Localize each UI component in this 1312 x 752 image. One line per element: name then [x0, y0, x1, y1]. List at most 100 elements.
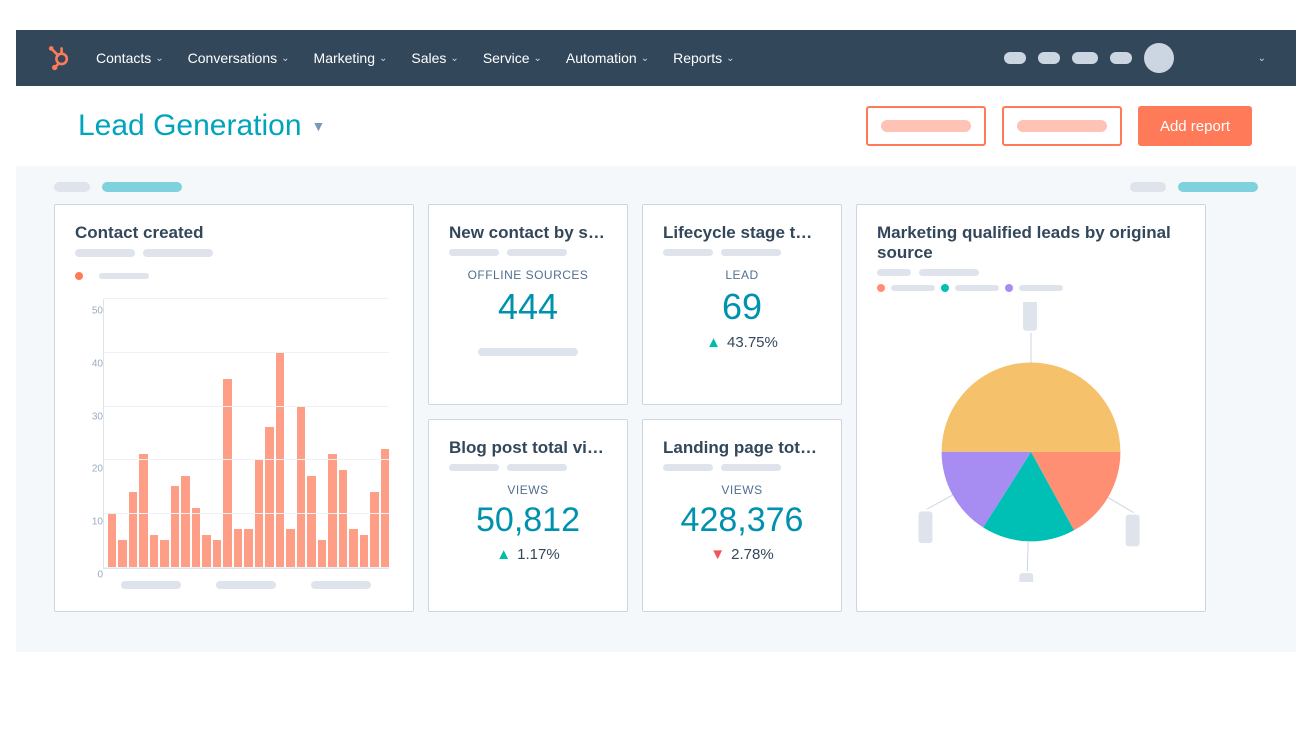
card-title: Blog post total views [449, 438, 607, 458]
bar [381, 449, 389, 567]
triangle-down-icon: ▼ [710, 546, 725, 563]
chart-legend [877, 269, 1185, 276]
card-new-contact-by-source[interactable]: New contact by source OFFLINE SOURCES 44… [428, 204, 628, 405]
card-subtitle [75, 249, 393, 257]
cards-grid: Contact created 01020304050 New contact … [54, 204, 1258, 612]
metric-value: 428,376 [663, 501, 821, 540]
nav-action[interactable] [1110, 52, 1132, 64]
card-landing-page-views[interactable]: Landing page total… VIEWS 428,376 ▼2.78% [642, 419, 842, 612]
x-axis-labels [103, 581, 389, 589]
chevron-down-icon: ⌄ [155, 53, 163, 64]
metric-trend: ▲1.17% [449, 546, 607, 563]
chevron-down-icon: ⌄ [450, 53, 458, 64]
chevron-down-icon: ⌄ [281, 53, 289, 64]
bar [234, 529, 242, 567]
bar [360, 535, 368, 567]
metric-label: OFFLINE SOURCES [449, 268, 607, 282]
nav-right: ⌄ [1004, 43, 1266, 73]
bar [129, 492, 137, 567]
pie-legend [877, 284, 1185, 292]
card-title: Contact created [75, 223, 393, 243]
header-outline-button-1[interactable] [866, 106, 986, 146]
nav-action[interactable] [1038, 52, 1060, 64]
bar [265, 427, 273, 567]
bar [202, 535, 210, 567]
bar [307, 476, 315, 567]
chevron-down-icon: ⌄ [641, 53, 649, 64]
filter-pill[interactable] [54, 182, 90, 192]
caret-down-icon: ▼ [312, 118, 326, 134]
bar [318, 540, 326, 567]
bar [139, 454, 147, 567]
card-lifecycle-stage-totals[interactable]: Lifecycle stage totals LEAD 69 ▲43.75% [642, 204, 842, 405]
triangle-up-icon: ▲ [706, 334, 721, 351]
filter-pill[interactable] [1130, 182, 1166, 192]
bar [213, 540, 221, 567]
bar [108, 513, 116, 567]
card-contact-created[interactable]: Contact created 01020304050 [54, 204, 414, 612]
chevron-down-icon: ⌄ [534, 53, 542, 64]
pie-label [1019, 573, 1033, 582]
page-title-text: Lead Generation [78, 109, 302, 143]
chart-legend [75, 267, 393, 285]
pie-slice [942, 363, 1121, 452]
nav-reports[interactable]: Reports⌄ [673, 50, 734, 66]
contact-created-chart: 01020304050 [75, 293, 393, 593]
filter-pill-active[interactable] [102, 182, 182, 192]
bar [349, 529, 357, 567]
bar [192, 508, 200, 567]
triangle-up-icon: ▲ [496, 546, 511, 563]
card-title: New contact by source [449, 223, 607, 243]
card-blog-post-views[interactable]: Blog post total views VIEWS 50,812 ▲1.17… [428, 419, 628, 612]
bar [150, 535, 158, 567]
filter-pill-active[interactable] [1178, 182, 1258, 192]
bar [244, 529, 252, 567]
nav-action[interactable] [1004, 52, 1026, 64]
card-title: Lifecycle stage totals [663, 223, 821, 243]
bar [286, 529, 294, 567]
metric-label: VIEWS [449, 483, 607, 497]
nav-service[interactable]: Service⌄ [483, 50, 542, 66]
bar [339, 470, 347, 567]
metric-trend: ▲43.75% [663, 334, 821, 351]
nav-items: Contacts⌄ Conversations⌄ Marketing⌄ Sale… [96, 50, 735, 66]
chevron-down-icon[interactable]: ⌄ [1258, 53, 1266, 64]
bar [370, 492, 378, 567]
nav-contacts[interactable]: Contacts⌄ [96, 50, 164, 66]
nav-action[interactable] [1072, 52, 1098, 64]
dashboard-title-dropdown[interactable]: Lead Generation ▼ [78, 109, 325, 143]
bar [328, 454, 336, 567]
user-avatar[interactable] [1144, 43, 1174, 73]
add-report-button[interactable]: Add report [1138, 106, 1252, 146]
card-title: Marketing qualified leads by original so… [877, 223, 1185, 263]
dashboard-area: Contact created 01020304050 New contact … [16, 166, 1296, 652]
bar [160, 540, 168, 567]
filter-bar [54, 182, 1258, 192]
bar [223, 379, 231, 567]
pie-label [919, 511, 933, 543]
page-header: Lead Generation ▼ Add report [0, 86, 1312, 158]
bar [181, 476, 189, 567]
metric-label: VIEWS [663, 483, 821, 497]
metric-value: 444 [449, 286, 607, 328]
nav-marketing[interactable]: Marketing⌄ [314, 50, 388, 66]
mql-pie-chart [877, 292, 1185, 592]
metric-value: 69 [663, 286, 821, 328]
card-title: Landing page total… [663, 438, 821, 458]
header-outline-button-2[interactable] [1002, 106, 1122, 146]
hubspot-logo-icon[interactable] [46, 45, 72, 71]
nav-automation[interactable]: Automation⌄ [566, 50, 649, 66]
metric-trend: ▼2.78% [663, 546, 821, 563]
header-actions: Add report [866, 106, 1252, 146]
metric-value: 50,812 [449, 501, 607, 540]
bar [171, 486, 179, 567]
nav-sales[interactable]: Sales⌄ [411, 50, 458, 66]
metric-label: LEAD [663, 268, 821, 282]
pie-label [1126, 515, 1140, 547]
top-nav: Contacts⌄ Conversations⌄ Marketing⌄ Sale… [16, 30, 1296, 86]
bar [297, 406, 305, 567]
pie-label [1023, 302, 1037, 331]
bar [118, 540, 126, 567]
card-mql-by-source[interactable]: Marketing qualified leads by original so… [856, 204, 1206, 612]
nav-conversations[interactable]: Conversations⌄ [188, 50, 290, 66]
